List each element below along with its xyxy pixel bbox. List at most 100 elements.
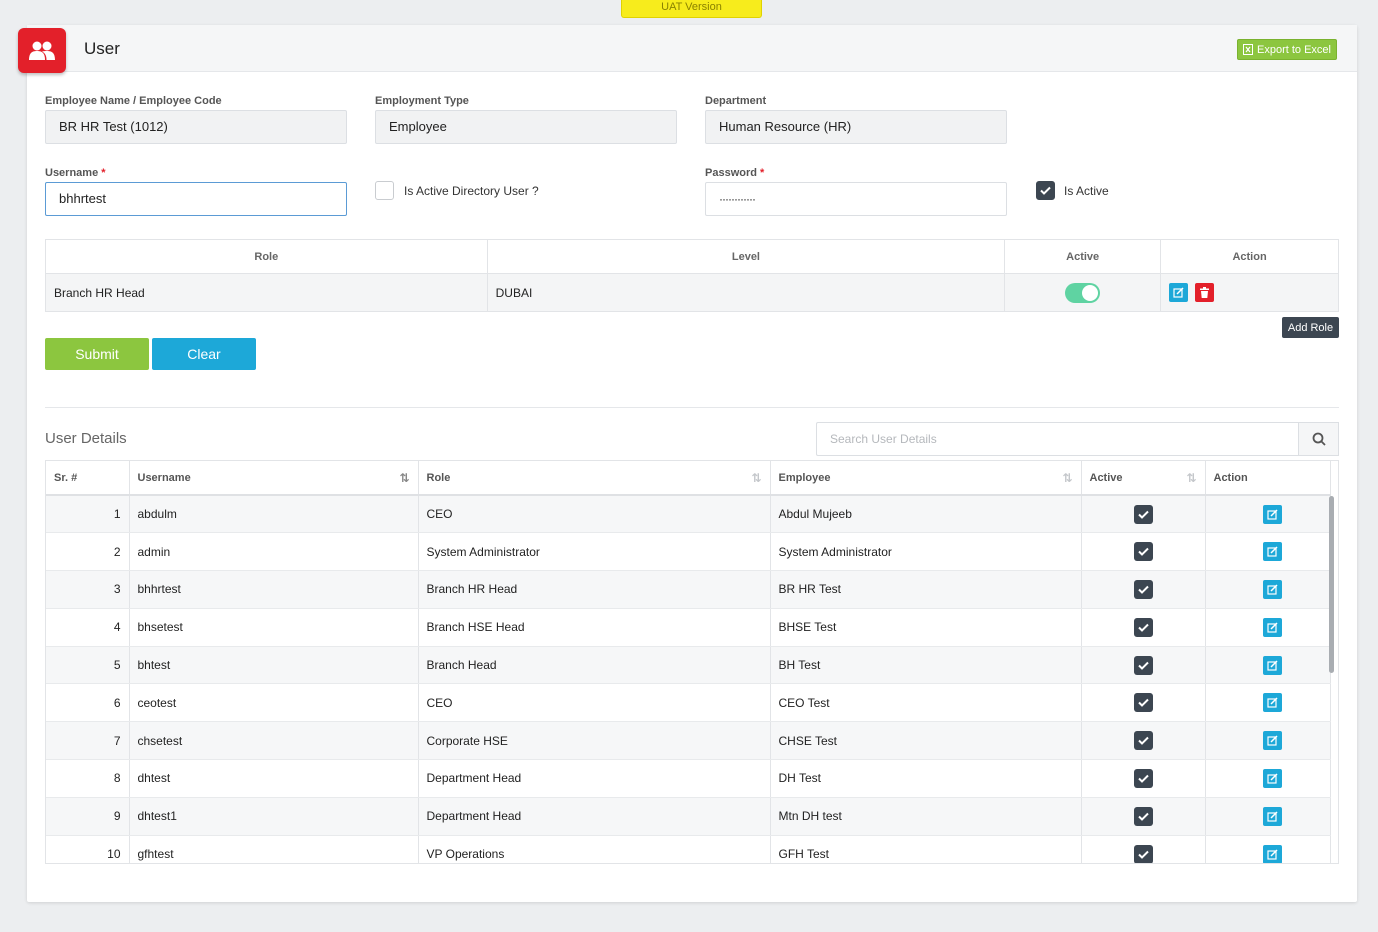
- search-button[interactable]: [1298, 422, 1339, 456]
- role-cell: Branch Head: [418, 646, 771, 685]
- action-cell: [1205, 646, 1331, 685]
- table-row: 3 bhhrtest Branch HR Head BR HR Test: [46, 570, 1331, 609]
- edit-user-button[interactable]: [1262, 693, 1282, 713]
- active-checkbox[interactable]: [1133, 693, 1153, 713]
- role-row: Branch HR Head DUBAI: [45, 273, 1339, 312]
- sr-cell: 10: [46, 835, 130, 863]
- employee-header[interactable]: Employee ⇅: [770, 461, 1082, 496]
- sr-header[interactable]: Sr. #: [46, 461, 130, 496]
- active-checkbox[interactable]: [1133, 806, 1153, 826]
- active-checkbox[interactable]: [1133, 504, 1153, 524]
- grid-scrollbar[interactable]: [1329, 496, 1334, 673]
- checkmark-icon: [1040, 186, 1051, 195]
- edit-user-button[interactable]: [1262, 579, 1282, 599]
- table-row: 9 dhtest1 Department Head Mtn DH test: [46, 797, 1331, 836]
- active-checkbox[interactable]: [1133, 768, 1153, 788]
- sort-icon[interactable]: ⇅: [1062, 471, 1072, 485]
- role-cell: Branch HSE Head: [418, 608, 771, 647]
- sort-icon[interactable]: ⇅: [1186, 471, 1196, 485]
- sr-cell: 3: [46, 570, 130, 609]
- edit-icon: [1266, 584, 1278, 595]
- checkmark-icon: [1137, 736, 1149, 746]
- role-cell: Branch HR Head: [45, 273, 488, 312]
- search-user-details-input[interactable]: Search User Details: [816, 422, 1298, 456]
- password-label-text: Password: [705, 167, 757, 179]
- active-checkbox[interactable]: [1133, 542, 1153, 562]
- sort-icon[interactable]: ⇅: [751, 471, 761, 485]
- role-cell: CEO: [418, 683, 771, 723]
- edit-icon: [1266, 811, 1278, 822]
- active-checkbox[interactable]: [1133, 731, 1153, 751]
- action-cell: [1205, 797, 1331, 836]
- submit-button[interactable]: Submit: [45, 338, 149, 370]
- edit-icon: [1266, 622, 1278, 633]
- username-cell: bhhrtest: [129, 570, 419, 609]
- sort-asc-icon[interactable]: ⇅: [399, 471, 409, 485]
- username-header[interactable]: Username ⇅: [129, 461, 419, 496]
- department-field[interactable]: Human Resource (HR): [705, 110, 1007, 144]
- active-checkbox[interactable]: [1133, 579, 1153, 599]
- active-col-header[interactable]: Active ⇅: [1081, 461, 1206, 496]
- active-checkbox[interactable]: [1133, 617, 1153, 637]
- role-col-header[interactable]: Role ⇅: [418, 461, 771, 496]
- employment-type-field[interactable]: Employee: [375, 110, 677, 144]
- active-toggle[interactable]: [1065, 282, 1101, 303]
- action-cell: [1205, 835, 1331, 863]
- employee-cell: CHSE Test: [770, 721, 1082, 761]
- active-cell: [1081, 683, 1206, 723]
- sr-cell: 4: [46, 608, 130, 647]
- employee-name-field[interactable]: BR HR Test (1012): [45, 110, 347, 144]
- sr-cell: 1: [46, 495, 130, 534]
- checkmark-icon: [1137, 585, 1149, 594]
- username-cell: abdulm: [129, 495, 419, 534]
- checkmark-icon: [1137, 774, 1149, 783]
- active-cell: [1081, 495, 1206, 534]
- active-checkbox[interactable]: [1133, 655, 1153, 675]
- edit-user-button[interactable]: [1262, 731, 1282, 751]
- employee-cell: GFH Test: [770, 835, 1082, 863]
- search-icon: [1312, 432, 1326, 446]
- sr-cell: 2: [46, 532, 130, 572]
- is-active-checkbox[interactable]: [1036, 181, 1055, 200]
- user-details-table: Sr. # Username ⇅ Role ⇅ Employee ⇅ Active ⇅ …: [46, 461, 1331, 863]
- role-cell: VP Operations: [418, 835, 771, 863]
- delete-role-button[interactable]: [1195, 283, 1215, 302]
- active-checkbox[interactable]: [1133, 844, 1153, 863]
- edit-user-button[interactable]: [1262, 806, 1282, 826]
- edit-user-button[interactable]: [1262, 617, 1282, 637]
- sr-header-label: Sr. #: [54, 471, 78, 484]
- employee-header-label: Employee: [778, 471, 831, 484]
- username-cell: chsetest: [129, 721, 419, 761]
- active-cell: [1004, 273, 1162, 312]
- add-role-button[interactable]: Add Role: [1282, 317, 1339, 338]
- employee-cell: Abdul Mujeeb: [770, 495, 1082, 534]
- employment-type-label: Employment Type: [375, 95, 469, 107]
- user-form-card: User Export to Excel Employee Name / Emp…: [18, 25, 1357, 902]
- active-directory-checkbox[interactable]: [375, 181, 394, 200]
- table-row: 2 admin System Administrator System Adminis…: [46, 532, 1331, 572]
- sr-cell: 5: [46, 646, 130, 685]
- export-to-excel-button[interactable]: Export to Excel: [1237, 39, 1337, 60]
- edit-role-button[interactable]: [1169, 283, 1189, 302]
- username-input[interactable]: bhhrtest: [45, 182, 347, 216]
- active-cell: [1081, 759, 1206, 798]
- action-cell: [1205, 759, 1331, 798]
- active-cell: [1081, 646, 1206, 685]
- edit-user-button[interactable]: [1262, 844, 1282, 863]
- role-cell: Branch HR Head: [418, 570, 771, 609]
- role-cell: System Administrator: [418, 532, 771, 572]
- edit-user-button[interactable]: [1262, 542, 1282, 562]
- employee-cell: CEO Test: [770, 683, 1082, 723]
- action-cell: [1205, 721, 1331, 761]
- user-details-grid[interactable]: Sr. # Username ⇅ Role ⇅ Employee ⇅ Active ⇅ …: [45, 460, 1339, 864]
- edit-user-button[interactable]: [1262, 768, 1282, 788]
- clear-button[interactable]: Clear: [152, 338, 256, 370]
- table-row: 10 gfhtest VP Operations GFH Test: [46, 835, 1331, 863]
- password-input[interactable]: ············: [705, 182, 1007, 216]
- department-label: Department: [705, 95, 767, 107]
- username-cell: dhtest1: [129, 797, 419, 836]
- edit-user-button[interactable]: [1262, 504, 1282, 524]
- active-header: Active: [1004, 239, 1162, 274]
- edit-user-button[interactable]: [1262, 655, 1282, 675]
- action-cell: [1160, 273, 1339, 312]
